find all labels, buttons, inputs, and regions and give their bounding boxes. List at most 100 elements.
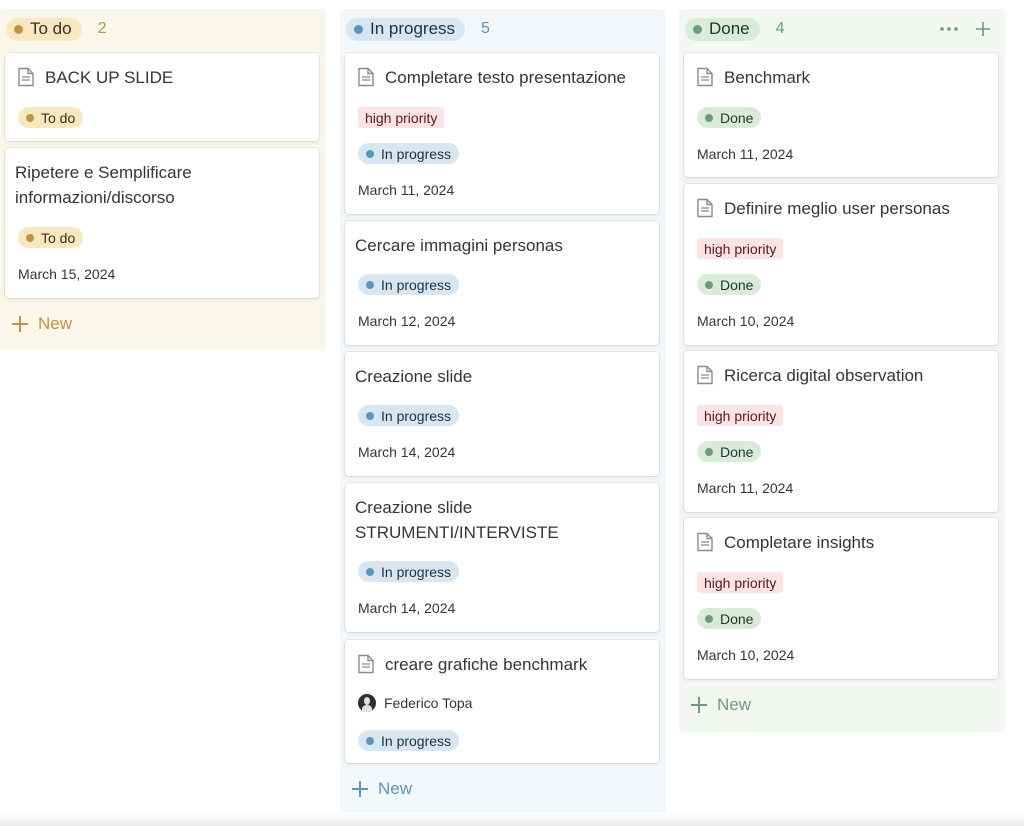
- status-dot: [693, 24, 702, 34]
- avatar: [358, 694, 376, 712]
- card-title: creare grafiche benchmark: [385, 655, 588, 674]
- status-dot: [354, 24, 363, 34]
- card-date: March 14, 2024: [358, 600, 456, 616]
- status-tag: In progress: [358, 561, 460, 582]
- status-tag-label: Done: [720, 443, 754, 460]
- column-actions: [939, 19, 993, 39]
- card-date: March 14, 2024: [358, 444, 456, 460]
- column-todo: To do 2 BACK UP SLIDE To do Ripetere e S…: [0, 9, 326, 350]
- priority-tag: high priority: [358, 107, 445, 128]
- page-icon: [697, 365, 713, 385]
- card[interactable]: creare grafiche benchmark Federico Topa …: [345, 640, 659, 763]
- card[interactable]: Ripetere e Semplificare informazioni/dis…: [5, 148, 319, 298]
- card[interactable]: Completare insights high priority Done M…: [684, 518, 998, 679]
- card-date: March 11, 2024: [697, 146, 794, 162]
- column-label: In progress: [370, 19, 456, 38]
- bottom-edge: [0, 812, 1024, 826]
- new-card-label: New: [378, 779, 413, 798]
- status-tag: Done: [697, 608, 762, 629]
- status-dot: [705, 614, 713, 623]
- column-status-pill[interactable]: In progress: [346, 17, 466, 41]
- page-icon: [697, 532, 713, 552]
- card-title-row: Benchmark: [694, 65, 988, 90]
- status-tag-label: In progress: [381, 407, 452, 424]
- card-title: BACK UP SLIDE: [45, 68, 174, 87]
- card-date: March 15, 2024: [18, 266, 116, 282]
- status-dot: [705, 447, 713, 456]
- card-title: Completare testo presentazione: [385, 68, 626, 87]
- column-count: 2: [97, 20, 107, 37]
- status-dot: [26, 233, 34, 242]
- card-title-row: Cercare immagini personas: [355, 233, 649, 258]
- card-date: March 10, 2024: [697, 313, 795, 329]
- card[interactable]: Creazione slide In progress March 14, 20…: [345, 352, 659, 476]
- assignee: Federico Topa: [358, 694, 472, 712]
- column-header: In progress 5: [346, 17, 490, 41]
- status-dot: [366, 411, 374, 420]
- card[interactable]: Creazione slide STRUMENTI/INTERVISTE In …: [345, 483, 659, 632]
- card-title-row: Completare testo presentazione: [355, 65, 649, 90]
- page-icon: [358, 654, 374, 674]
- status-tag-label: In progress: [381, 145, 452, 162]
- status-tag: In progress: [358, 274, 460, 295]
- plus-icon: [12, 316, 28, 332]
- status-dot: [366, 149, 374, 158]
- column-done: Done 4 Benchmark Done March 11, 2024 Def…: [679, 9, 1005, 732]
- status-tag-label: In progress: [381, 563, 452, 580]
- page-icon: [697, 198, 713, 218]
- plus-icon: [352, 781, 368, 797]
- card[interactable]: Definire meglio user personas high prior…: [684, 184, 998, 345]
- new-card-button[interactable]: New: [352, 779, 412, 799]
- status-tag: Done: [697, 107, 762, 128]
- status-tag-label: To do: [41, 109, 76, 126]
- card-title-row: creare grafiche benchmark: [355, 652, 649, 677]
- priority-tag: high priority: [697, 405, 784, 426]
- card-title: Creazione slide STRUMENTI/INTERVISTE: [355, 498, 559, 542]
- page-icon: [18, 67, 34, 87]
- priority-tag: high priority: [697, 238, 784, 259]
- new-card-label: New: [717, 695, 752, 714]
- card[interactable]: Cercare immagini personas In progress Ma…: [345, 221, 659, 345]
- plus-icon[interactable]: [973, 19, 993, 39]
- priority-tag: high priority: [697, 572, 784, 593]
- new-card-label: New: [38, 314, 73, 333]
- status-tag-label: In progress: [381, 276, 452, 293]
- card-title: Benchmark: [724, 68, 810, 87]
- card-title-row: Ricerca digital observation: [694, 363, 988, 388]
- card-date: March 11, 2024: [358, 182, 455, 198]
- card-title-row: BACK UP SLIDE: [15, 65, 309, 90]
- card[interactable]: Ricerca digital observation high priorit…: [684, 351, 998, 512]
- status-tag: In progress: [358, 730, 460, 751]
- card-title: Cercare immagini personas: [355, 236, 563, 255]
- card-title-row: Completare insights: [694, 530, 988, 555]
- card[interactable]: Completare testo presentazione high prio…: [345, 53, 659, 214]
- card[interactable]: BACK UP SLIDE To do: [5, 53, 319, 141]
- status-tag-label: Done: [720, 610, 754, 627]
- card-title: Ricerca digital observation: [724, 366, 924, 385]
- card-title-row: Creazione slide: [355, 364, 649, 389]
- column-header: To do 2: [6, 17, 107, 41]
- status-tag: To do: [18, 107, 84, 128]
- status-dot: [705, 113, 713, 122]
- status-tag-label: Done: [720, 276, 754, 293]
- status-dot: [26, 113, 34, 122]
- more-horizontal-icon[interactable]: [939, 19, 959, 39]
- status-tag-label: Done: [720, 109, 754, 126]
- column-status-pill[interactable]: Done: [685, 17, 760, 41]
- assignee-name: Federico Topa: [384, 695, 473, 711]
- card-title: Ripetere e Semplificare informazioni/dis…: [15, 163, 192, 207]
- plus-icon: [691, 697, 707, 713]
- new-card-button[interactable]: New: [691, 695, 751, 715]
- column-status-pill[interactable]: To do: [6, 17, 82, 41]
- column-label: To do: [30, 19, 72, 38]
- status-tag-label: To do: [41, 229, 76, 246]
- card[interactable]: Benchmark Done March 11, 2024: [684, 53, 998, 177]
- card-title-row: Creazione slide STRUMENTI/INTERVISTE: [355, 495, 649, 545]
- status-dot: [366, 736, 374, 745]
- card-date: March 10, 2024: [697, 647, 795, 663]
- new-card-button[interactable]: New: [12, 314, 72, 334]
- column-in-progress: In progress 5 Completare testo presentaz…: [340, 9, 666, 813]
- card-title-row: Ripetere e Semplificare informazioni/dis…: [15, 160, 309, 210]
- card-title: Definire meglio user personas: [724, 199, 950, 218]
- status-tag: In progress: [358, 143, 460, 164]
